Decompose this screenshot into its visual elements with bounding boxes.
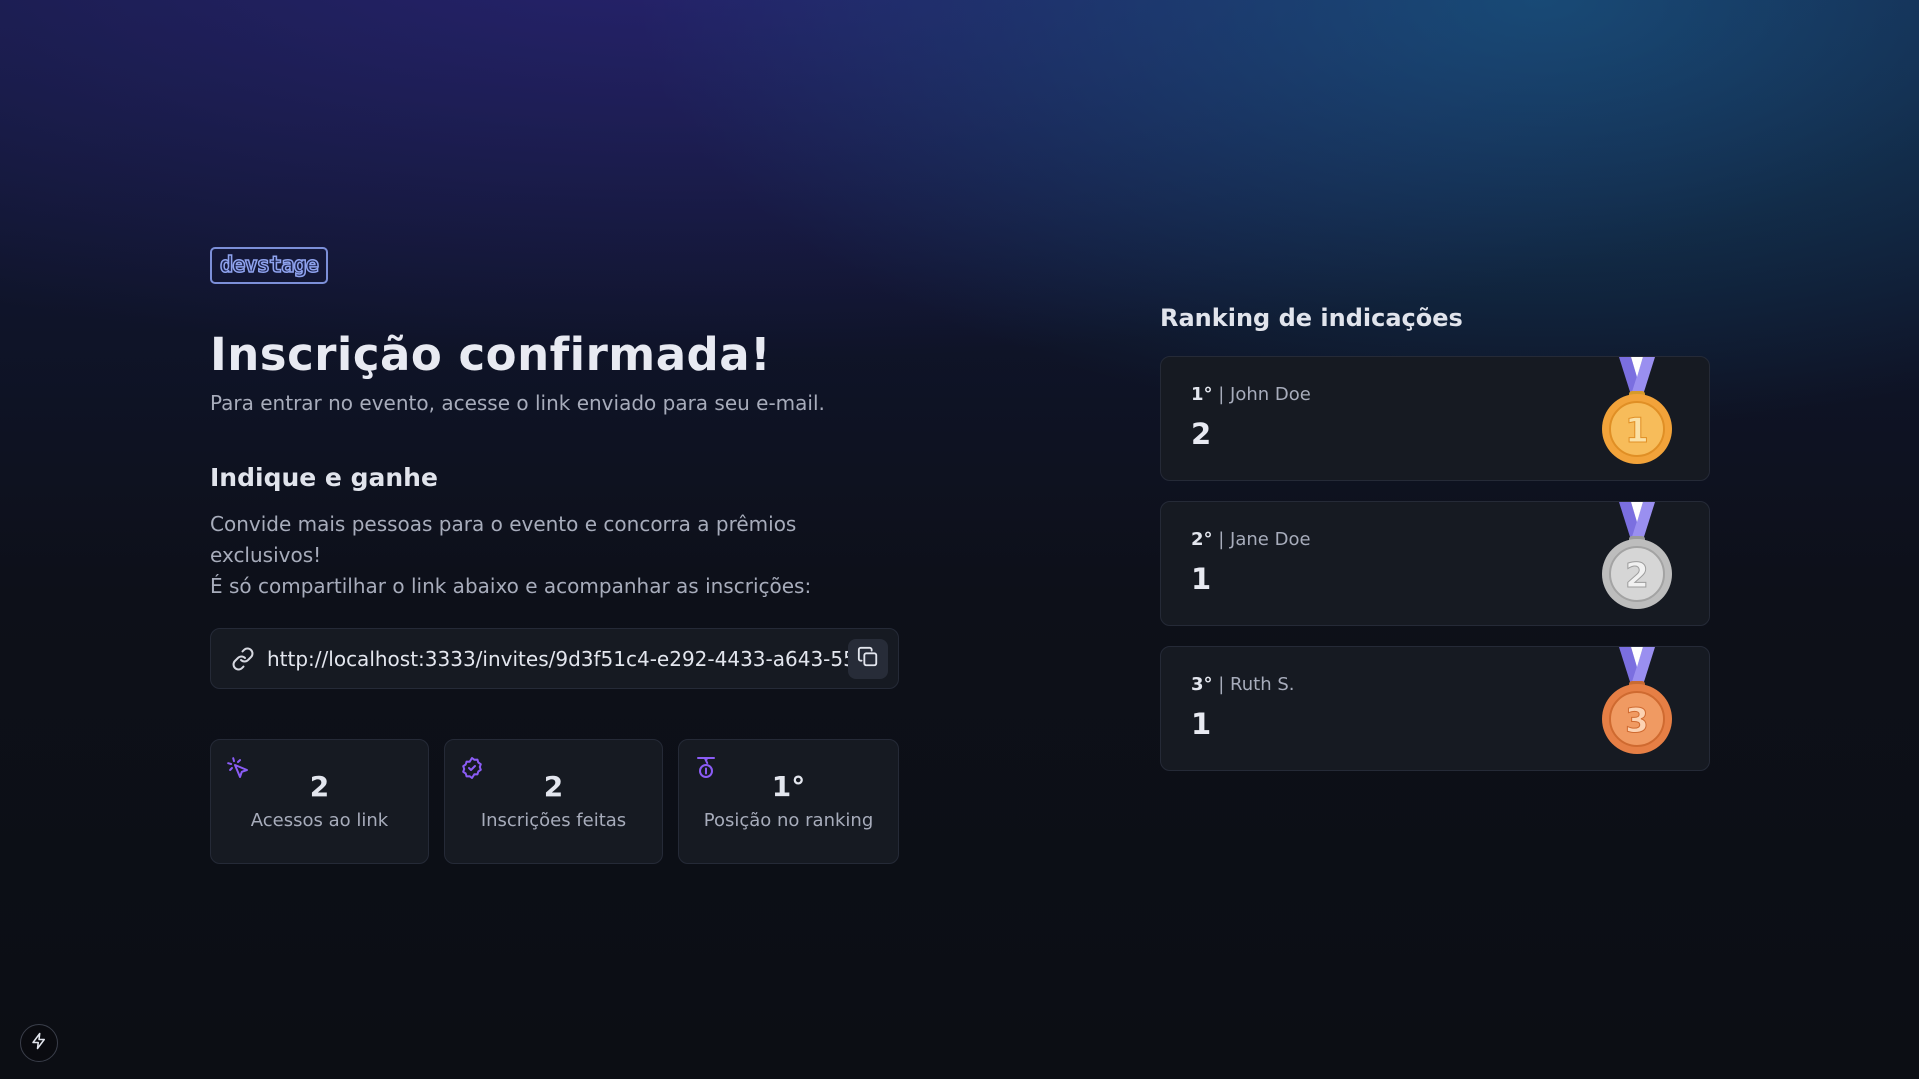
- referral-description-line2: É só compartilhar o link abaixo e acompa…: [210, 574, 812, 598]
- page-title: Inscrição confirmada!: [210, 328, 772, 381]
- invite-link-box: http://localhost:3333/invites/9d3f51c4-e…: [210, 628, 899, 689]
- ranking-item-name: 3° | Ruth S.: [1191, 674, 1295, 695]
- ranking-item-score: 1: [1191, 707, 1212, 741]
- copy-link-button[interactable]: [848, 639, 888, 679]
- ranking-title: Ranking de indicações: [1160, 304, 1463, 332]
- ranking-item-name: 2° | Jane Doe: [1191, 529, 1311, 550]
- gold-medal-icon: 1: [1601, 357, 1673, 467]
- devstage-logo: devstage: [210, 247, 328, 284]
- stat-subscriptions: 2 Inscrições feitas: [444, 739, 663, 864]
- referral-title: Indique e ganhe: [210, 463, 438, 492]
- stat-value: 2: [309, 770, 330, 803]
- referral-description: Convide mais pessoas para o evento e con…: [210, 509, 900, 602]
- copy-icon: [857, 646, 879, 672]
- stat-link-accesses: 2 Acessos ao link: [210, 739, 429, 864]
- svg-text:1: 1: [1625, 411, 1649, 451]
- referral-description-line1: Convide mais pessoas para o evento e con…: [210, 512, 797, 567]
- ranking-item-name: 1° | John Doe: [1191, 384, 1311, 405]
- ranking-item-3: 3° | Ruth S. 1 3: [1160, 646, 1710, 771]
- stat-value: 2: [543, 770, 564, 803]
- stat-label: Posição no ranking: [703, 810, 874, 831]
- ranking-item-2: 2° | Jane Doe 1 2: [1160, 501, 1710, 626]
- bronze-medal-icon: 3: [1601, 647, 1673, 757]
- page-subtitle: Para entrar no evento, acesse o link env…: [210, 391, 825, 415]
- link-icon: [231, 647, 255, 671]
- ranking-item-score: 1: [1191, 562, 1212, 596]
- lightning-icon: [30, 1032, 48, 1054]
- stat-ranking-position: 1° Posição no ranking: [678, 739, 899, 864]
- ranking-item-score: 2: [1191, 417, 1212, 451]
- svg-text:2: 2: [1625, 556, 1649, 596]
- stat-label: Inscrições feitas: [480, 810, 627, 831]
- dev-tools-button[interactable]: [20, 1024, 58, 1062]
- ranking-item-1: 1° | John Doe 2 1: [1160, 356, 1710, 481]
- main-content: devstage Inscrição confirmada! Para entr…: [210, 247, 900, 864]
- svg-text:3: 3: [1625, 701, 1649, 741]
- stat-value: 1°: [771, 770, 806, 803]
- ranking-panel: Ranking de indicações 1° | John Doe 2 1 …: [1160, 304, 1710, 771]
- stats-row: 2 Acessos ao link 2 Inscrições feitas 1°…: [210, 739, 900, 864]
- invite-url[interactable]: http://localhost:3333/invites/9d3f51c4-e…: [267, 647, 869, 671]
- silver-medal-icon: 2: [1601, 502, 1673, 612]
- stat-label: Acessos ao link: [250, 810, 389, 831]
